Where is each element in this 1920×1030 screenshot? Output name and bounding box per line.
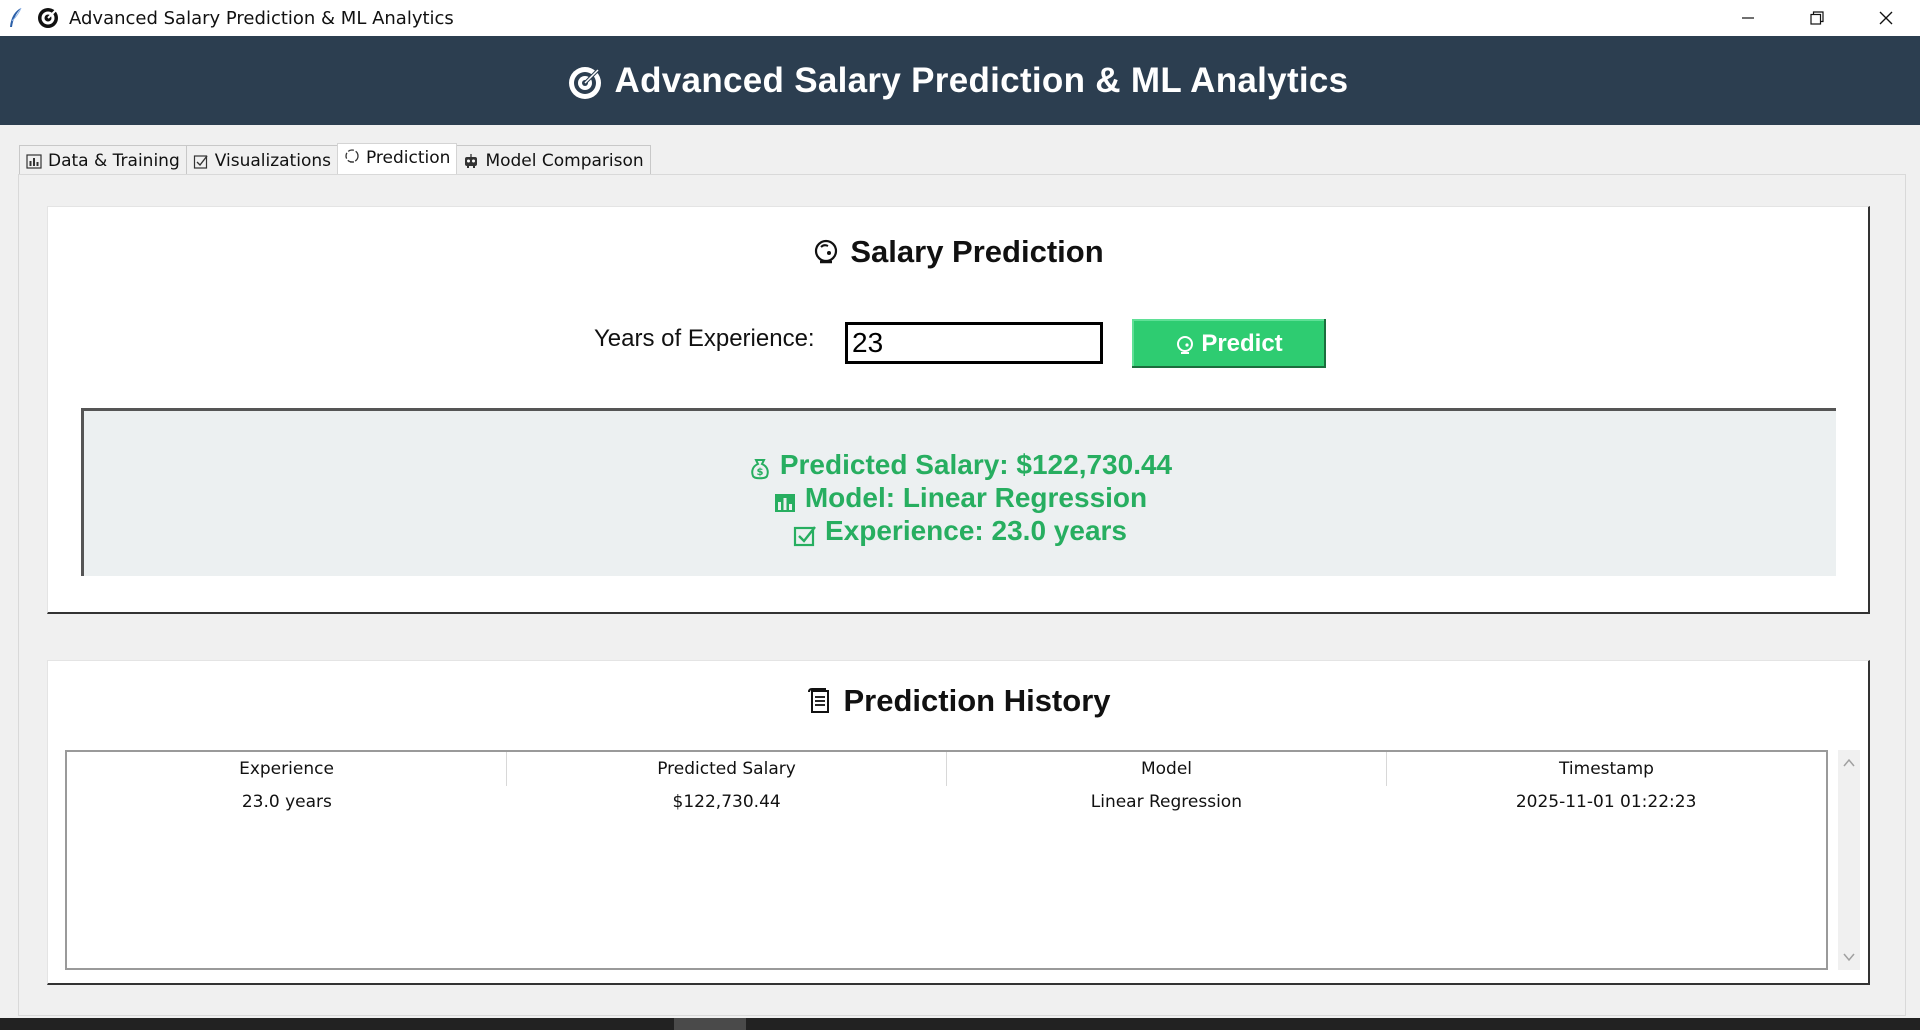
tab-visualizations[interactable]: Visualizations	[185, 145, 338, 175]
history-scrollbar[interactable]	[1838, 750, 1860, 970]
target-icon	[38, 8, 58, 28]
history-heading: Prediction History	[48, 683, 1868, 719]
header-banner: Advanced Salary Prediction & ML Analytic…	[0, 36, 1920, 125]
window-controls	[1713, 0, 1920, 36]
section-title: Salary Prediction	[850, 234, 1104, 269]
tab-label: Visualizations	[214, 150, 331, 171]
restore-button[interactable]	[1782, 0, 1851, 36]
cell-timestamp: 2025-11-01 01:22:23	[1515, 792, 1697, 812]
table-row[interactable]: 23.0 years $122,730.44 Linear Regression…	[67, 786, 1826, 818]
column-header-experience[interactable]: Experience	[67, 752, 507, 786]
predict-button-label: Predict	[1201, 329, 1283, 357]
experience-text: Experience: 23.0 years	[825, 514, 1127, 546]
close-icon	[1879, 11, 1892, 25]
input-row: Years of Experience: Predict	[48, 315, 1868, 368]
result-box: $ Predicted Salary: $122,730.44 Model: L…	[81, 408, 1836, 576]
crystal-ball-icon	[1177, 336, 1194, 354]
result-lines: $ Predicted Salary: $122,730.44 Model: L…	[84, 448, 1836, 547]
svg-text:$: $	[756, 467, 763, 478]
predict-button[interactable]: Predict	[1132, 319, 1326, 368]
model-text: Model: Linear Regression	[804, 481, 1148, 513]
tab-label: Model Comparison	[485, 150, 644, 171]
cell-experience: 23.0 years	[241, 792, 332, 812]
taskbar-strip	[0, 1018, 1920, 1030]
crystal-ball-icon	[815, 239, 838, 264]
tab-label: Prediction	[365, 148, 451, 168]
section-title: Prediction History	[843, 683, 1111, 718]
chevron-down-icon[interactable]	[1842, 950, 1856, 964]
tab-data-training[interactable]: Data & Training	[19, 145, 187, 175]
checkbox-icon	[793, 525, 816, 546]
column-header-timestamp[interactable]: Timestamp	[1387, 752, 1826, 786]
banner-content: Advanced Salary Prediction & ML Analytic…	[567, 61, 1349, 101]
prediction-panel: Salary Prediction Years of Experience: P…	[47, 206, 1870, 614]
crystal-ball-icon	[345, 149, 359, 163]
checkbox-icon	[193, 154, 208, 169]
bar-chart-icon	[774, 493, 795, 512]
robot-icon	[465, 153, 478, 168]
history-panel: Prediction History Experience Predicted …	[47, 660, 1870, 985]
tab-bar: Data & Training Visualizations Predictio…	[19, 143, 651, 177]
target-icon	[568, 66, 601, 99]
money-bag-icon: $	[751, 458, 769, 479]
experience-label: Years of Experience:	[594, 325, 815, 352]
predicted-salary-line: $ Predicted Salary: $122,730.44	[84, 448, 1836, 481]
window-title: Advanced Salary Prediction & ML Analytic…	[69, 7, 454, 29]
cell-predicted-salary: $122,730.44	[672, 792, 781, 812]
restore-icon	[1809, 11, 1824, 25]
scroll-icon	[807, 688, 829, 713]
tab-label: Data & Training	[48, 150, 180, 171]
tab-prediction[interactable]: Prediction	[336, 143, 458, 177]
tab-model-comparison[interactable]: Model Comparison	[456, 145, 651, 175]
history-table: Experience Predicted Salary Model Timest…	[65, 750, 1828, 970]
title-bar: Advanced Salary Prediction & ML Analytic…	[0, 0, 1920, 36]
app-heading: Advanced Salary Prediction & ML Analytic…	[614, 60, 1349, 100]
experience-line: Experience: 23.0 years	[84, 514, 1836, 547]
minimize-button[interactable]	[1713, 0, 1782, 36]
minimize-icon	[1741, 17, 1754, 19]
feather-icon	[10, 7, 22, 27]
column-header-predicted-salary[interactable]: Predicted Salary	[507, 752, 947, 786]
bar-chart-icon	[26, 153, 42, 169]
cell-model: Linear Regression	[1090, 792, 1242, 812]
predicted-salary-text: Predicted Salary: $122,730.44	[779, 448, 1173, 480]
taskbar-indicator	[674, 1018, 746, 1030]
experience-input[interactable]	[845, 322, 1103, 364]
table-header: Experience Predicted Salary Model Timest…	[67, 752, 1826, 786]
close-button[interactable]	[1851, 0, 1920, 36]
prediction-heading: Salary Prediction	[48, 234, 1868, 270]
chevron-up-icon[interactable]	[1842, 756, 1856, 770]
model-line: Model: Linear Regression	[84, 481, 1836, 514]
column-header-model[interactable]: Model	[947, 752, 1387, 786]
app-window: Advanced Salary Prediction & ML Analytic…	[0, 0, 1920, 1030]
